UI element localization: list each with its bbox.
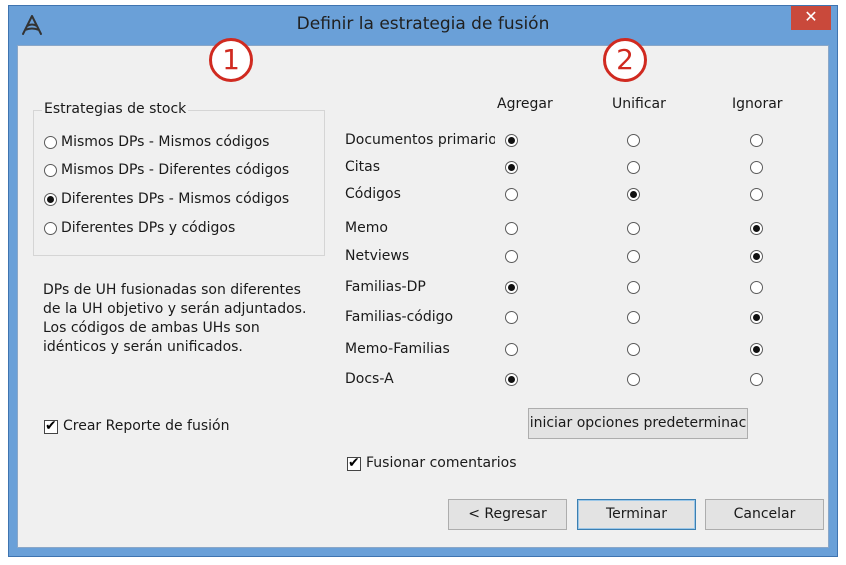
column-header-agregar: Agregar [497,96,553,112]
matrix-row-label: Códigos [345,186,401,202]
matrix-radio-unificar[interactable] [627,373,640,386]
matrix-radio-unificar[interactable] [627,134,640,147]
matrix-row-label: Netviews [345,248,410,264]
matrix-radio-agregar[interactable] [505,222,518,235]
matrix-radio-agregar[interactable] [505,161,518,174]
matrix-radio-unificar[interactable] [627,222,640,235]
description-line: Los códigos de ambas UHs son [43,320,260,336]
reset-defaults-button[interactable]: iniciar opciones predeterminac [528,408,748,439]
matrix-radio-unificar[interactable] [627,188,640,201]
check-icon: ✔ [45,418,57,434]
stock-strategy-radio[interactable] [44,136,57,149]
matrix-radio-ignorar[interactable] [750,250,763,263]
stock-strategy-label[interactable]: Diferentes DPs y códigos [61,220,235,236]
matrix-radio-unificar[interactable] [627,250,640,263]
matrix-radio-agregar[interactable] [505,311,518,324]
matrix-radio-agregar[interactable] [505,250,518,263]
description-line: idénticos y serán unificados. [43,339,243,355]
matrix-radio-agregar[interactable] [505,373,518,386]
close-button[interactable]: ✕ [791,6,831,30]
matrix-radio-ignorar[interactable] [750,373,763,386]
matrix-radio-ignorar[interactable] [750,343,763,356]
stock-strategy-radio[interactable] [44,193,57,206]
matrix-row-label: Citas [345,159,381,175]
matrix-radio-ignorar[interactable] [750,281,763,294]
description-line: DPs de UH fusionadas son diferentes [43,282,301,298]
finish-button[interactable]: Terminar [577,499,696,530]
stock-strategies-title: Estrategias de stock [42,101,189,117]
annotation-badge-2: 2 [603,38,647,82]
cancel-button[interactable]: Cancelar [705,499,824,530]
title-bar[interactable]: Definir la estrategia de fusión ✕ [9,6,837,42]
matrix-row-label: Memo-Familias [345,341,450,357]
matrix-radio-ignorar[interactable] [750,222,763,235]
stock-strategy-label[interactable]: Mismos DPs - Mismos códigos [61,134,269,150]
matrix-radio-agregar[interactable] [505,188,518,201]
merge-comments-checkbox[interactable]: ✔ [347,455,361,471]
column-header-unificar: Unificar [612,96,666,112]
matrix-radio-unificar[interactable] [627,343,640,356]
create-report-checkbox[interactable]: ✔ [44,418,58,434]
stock-strategy-label[interactable]: Diferentes DPs - Mismos códigos [61,191,289,207]
merge-comments-label[interactable]: Fusionar comentarios [366,455,517,471]
annotation-badge-1: 1 [209,38,253,82]
matrix-radio-ignorar[interactable] [750,311,763,324]
matrix-radio-agregar[interactable] [505,134,518,147]
check-icon: ✔ [348,455,360,471]
matrix-radio-unificar[interactable] [627,281,640,294]
matrix-radio-ignorar[interactable] [750,188,763,201]
matrix-radio-ignorar[interactable] [750,161,763,174]
back-button[interactable]: < Regresar [448,499,567,530]
strategy-description: DPs de UH fusionadas son diferentes de l… [43,281,323,357]
column-header-ignorar: Ignorar [732,96,783,112]
matrix-radio-unificar[interactable] [627,161,640,174]
matrix-row-label: Familias-código [345,309,454,325]
description-line: de la UH objetivo y serán adjuntados. [43,301,307,317]
stock-strategy-radio[interactable] [44,164,57,177]
matrix-radio-agregar[interactable] [505,343,518,356]
stock-strategy-radio[interactable] [44,222,57,235]
matrix-row-label: Memo [345,220,388,236]
window-title: Definir la estrategia de fusión [296,14,550,34]
create-report-label[interactable]: Crear Reporte de fusión [63,418,229,434]
stock-strategy-label[interactable]: Mismos DPs - Diferentes códigos [61,162,289,178]
matrix-row-label: Documentos primarios [345,132,495,148]
matrix-radio-ignorar[interactable] [750,134,763,147]
matrix-radio-agregar[interactable] [505,281,518,294]
matrix-row-label: Docs-A [345,371,394,387]
matrix-row-label: Familias-DP [345,279,426,295]
matrix-radio-unificar[interactable] [627,311,640,324]
